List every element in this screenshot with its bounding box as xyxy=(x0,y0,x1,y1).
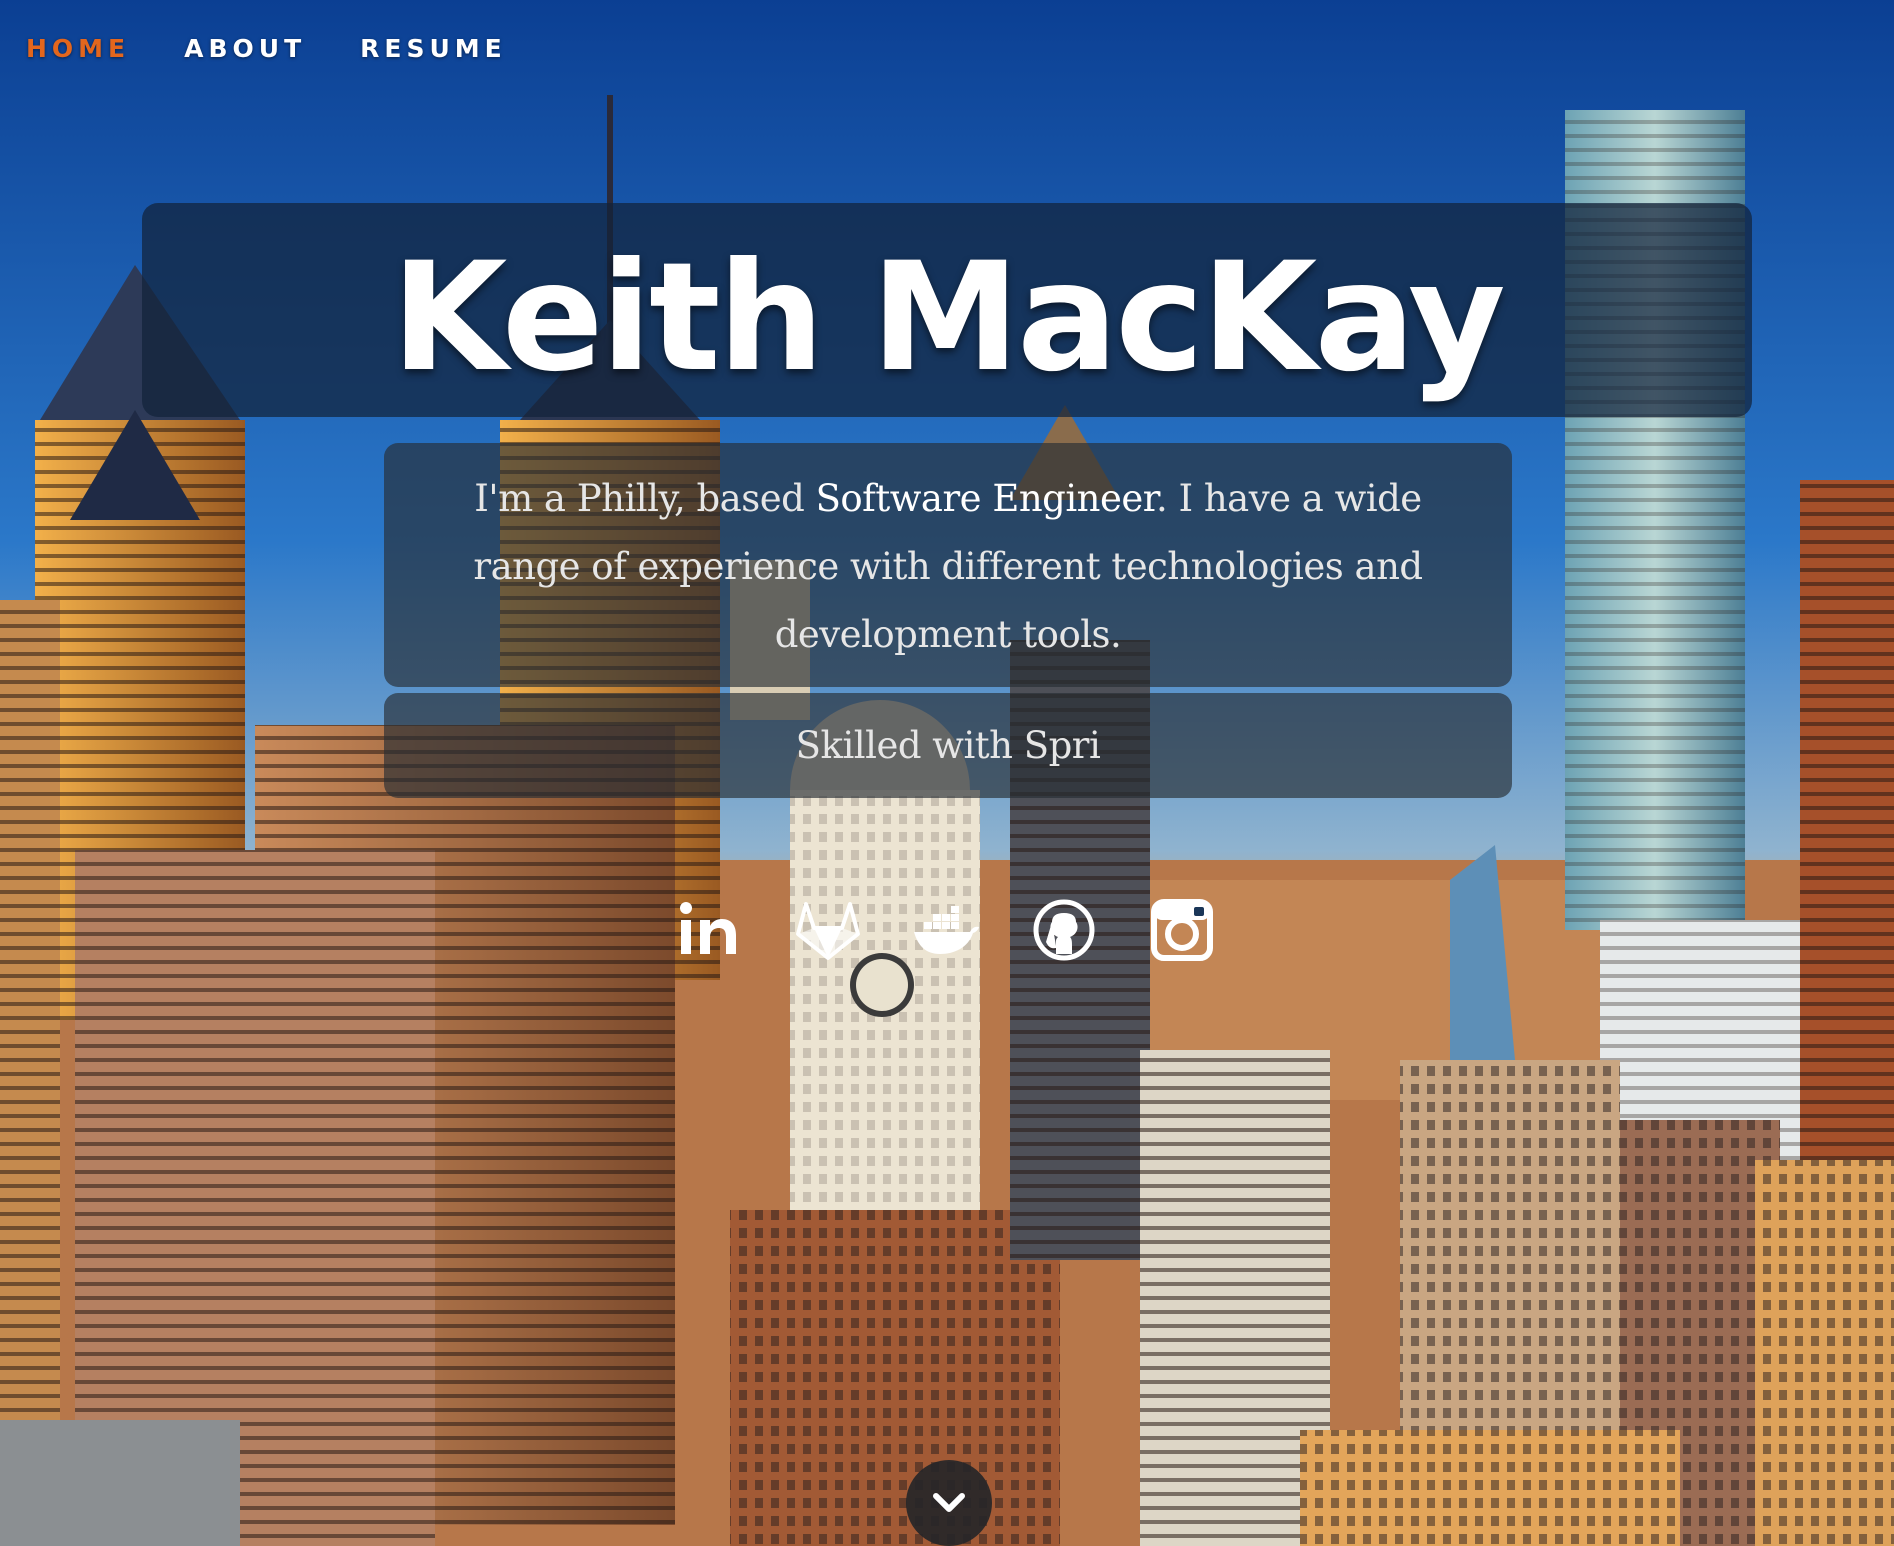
docker-icon xyxy=(914,906,979,954)
page-title: Keith MacKay xyxy=(391,231,1505,405)
instagram-link[interactable] xyxy=(1148,896,1216,964)
nav-resume-link[interactable]: RESUME xyxy=(360,34,507,63)
social-links xyxy=(676,896,1216,964)
github-link[interactable] xyxy=(1030,896,1098,964)
docker-link[interactable] xyxy=(912,896,980,964)
chevron-down-icon xyxy=(933,1493,965,1512)
bio-text-start: I'm a Philly, based xyxy=(474,477,816,520)
instagram-icon xyxy=(1151,899,1213,961)
skills-typewriter-text: Skilled with Spri xyxy=(795,724,1101,767)
bio-panel: I'm a Philly, based Software Engineer. I… xyxy=(384,443,1512,687)
top-nav: HOME ABOUT RESUME xyxy=(26,34,507,63)
linkedin-icon xyxy=(680,902,736,954)
skills-panel: Skilled with Spri xyxy=(384,693,1512,798)
name-banner: Keith MacKay xyxy=(142,203,1752,417)
linkedin-link[interactable] xyxy=(676,896,744,964)
nav-home-link[interactable]: HOME xyxy=(26,34,130,63)
scroll-down-button[interactable] xyxy=(906,1460,992,1546)
gitlab-icon xyxy=(796,902,860,960)
bio-highlight: Software Engineer xyxy=(815,477,1157,520)
gitlab-link[interactable] xyxy=(794,896,862,964)
github-icon xyxy=(1033,899,1095,961)
nav-about-link[interactable]: ABOUT xyxy=(184,34,306,63)
